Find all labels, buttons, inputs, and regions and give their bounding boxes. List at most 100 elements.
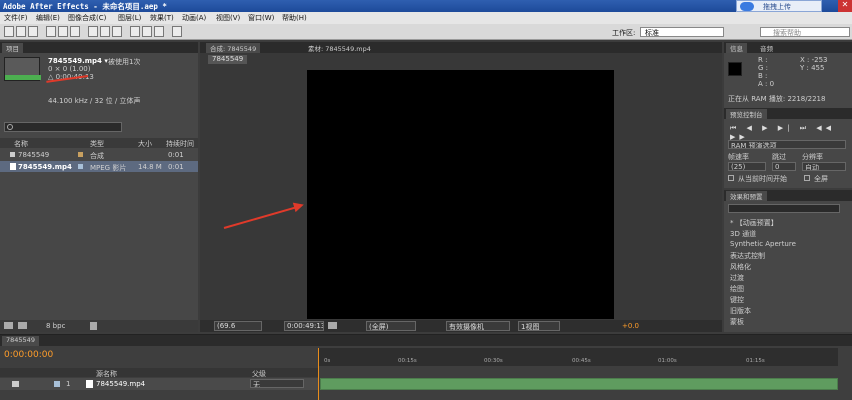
current-timecode[interactable]: 0:00:49:13 <box>284 321 324 331</box>
ram-status: 正在从 RAM 播放: 2218/2218 <box>728 95 826 103</box>
new-comp-icon[interactable] <box>18 322 27 329</box>
tab-project[interactable]: 项目 <box>2 43 23 53</box>
frame-rate-select[interactable]: (25) <box>728 162 766 171</box>
mask-tool-icon[interactable] <box>88 26 98 37</box>
menu-composition[interactable]: 图像合成(C) <box>68 13 106 23</box>
fx-item[interactable]: 风格化 <box>730 262 751 272</box>
menu-layer[interactable]: 图层(L) <box>118 13 141 23</box>
resolution-select[interactable]: (全屏) <box>366 321 416 331</box>
pen-tool-icon[interactable] <box>100 26 110 37</box>
zoom-tool-icon[interactable] <box>28 26 38 37</box>
brush-tool-icon[interactable] <box>130 26 140 37</box>
timeline-timecode[interactable]: 0:00:00:00 <box>4 350 53 360</box>
folder-icon[interactable] <box>4 322 13 329</box>
menu-file[interactable]: 文件(F) <box>4 13 28 23</box>
close-button[interactable]: ✕ <box>838 0 852 12</box>
timeline-tab-bar: 7845549 <box>0 335 852 346</box>
info-a: A : 0 <box>758 80 775 88</box>
col-type[interactable]: 类型 <box>90 139 104 149</box>
ram-options-select[interactable]: RAM 预演选项 <box>728 140 846 149</box>
selection-tool-icon[interactable] <box>4 26 14 37</box>
label-color-icon <box>78 164 83 169</box>
annotation-arrow <box>223 206 298 229</box>
menu-view[interactable]: 视图(V) <box>216 13 240 23</box>
fx-item[interactable]: 3D 通道 <box>730 229 756 239</box>
fx-item[interactable]: 蒙板 <box>730 317 744 327</box>
menu-effect[interactable]: 效果(T) <box>150 13 174 23</box>
views-select[interactable]: 1视图 <box>518 321 560 331</box>
transport-controls[interactable]: ⏮ ◀ ▶ ▶| ⏭ ◀◀ ▶▶ <box>730 124 852 141</box>
fullscreen-label: 全屏 <box>814 175 828 183</box>
fx-item[interactable]: 过渡 <box>730 273 744 283</box>
puppet-tool-icon[interactable] <box>172 26 182 37</box>
tab-info[interactable]: 信息 <box>726 43 747 53</box>
item-size: 0 × 0 (1.00) <box>48 65 91 73</box>
bit-depth[interactable]: 8 bpc <box>46 322 65 330</box>
col-name[interactable]: 名称 <box>14 139 28 149</box>
tab-preview[interactable]: 预览控制台 <box>726 109 767 119</box>
layer-name[interactable]: 7845549.mp4 <box>96 380 145 388</box>
zoom-select[interactable]: (69.6 <box>214 321 262 331</box>
pan-behind-tool-icon[interactable] <box>70 26 80 37</box>
audio-icon[interactable] <box>12 381 19 387</box>
fx-item[interactable]: * 【动画预置】 <box>730 218 778 228</box>
menu-animation[interactable]: 动画(A) <box>182 13 206 23</box>
preview-tab-bar: 预览控制台 <box>724 108 852 119</box>
time-ruler[interactable]: 0s 00:15s 00:30s 00:45s 01:00s 01:15s <box>318 348 838 366</box>
camera-snapshot-icon[interactable] <box>328 322 337 329</box>
menu-help[interactable]: 帮助(H) <box>282 13 307 23</box>
item-audio: 44.100 kHz / 32 位 / 立体声 <box>48 97 141 105</box>
ruler-tick: 01:15s <box>746 358 765 364</box>
fx-item[interactable]: 表达式控制 <box>730 251 765 261</box>
row-size: 14.8 M <box>138 163 162 171</box>
comp-canvas[interactable] <box>307 70 614 319</box>
hand-tool-icon[interactable] <box>16 26 26 37</box>
menu-edit[interactable]: 编辑(E) <box>36 13 60 23</box>
col-size[interactable]: 大小 <box>138 139 152 149</box>
skip-select[interactable]: 0 <box>772 162 796 171</box>
footage-thumbnail <box>4 57 41 81</box>
preview-panel: 预览控制台 ⏮ ◀ ▶ ▶| ⏭ ◀◀ ▶▶ RAM 预演选项 帧速率 跳过 分… <box>724 108 852 188</box>
layer-row[interactable]: 1 7845549.mp4 无 <box>0 378 318 390</box>
comp-breadcrumb[interactable]: 7845549 <box>208 55 248 64</box>
ruler-tick: 00:15s <box>398 358 417 364</box>
menu-window[interactable]: 窗口(W) <box>248 13 274 23</box>
label-color-icon <box>78 152 83 157</box>
tab-composition[interactable]: 合成: 7845549 <box>206 43 261 53</box>
workspace-select[interactable]: 标准 <box>640 27 724 37</box>
playhead[interactable] <box>318 348 319 400</box>
exposure-value[interactable]: +0.0 <box>622 322 639 330</box>
fullscreen-checkbox[interactable] <box>804 175 810 181</box>
table-row[interactable]: 7845549.mp4 MPEG 影片 14.8 M 0:01 <box>0 161 198 172</box>
tab-footage[interactable]: 素材: 7845549.mp4 <box>304 43 375 53</box>
trash-icon[interactable] <box>90 322 97 330</box>
fx-item[interactable]: 绘图 <box>730 284 744 294</box>
table-row[interactable]: 7845549 合成 0:01 <box>0 149 198 160</box>
search-help-input[interactable]: 搜索帮助 <box>760 27 850 37</box>
fx-item[interactable]: 键控 <box>730 295 744 305</box>
clone-tool-icon[interactable] <box>142 26 152 37</box>
upload-button[interactable]: 拖拽上传 <box>736 0 822 12</box>
project-search-input[interactable] <box>4 122 122 132</box>
tab-timeline-comp[interactable]: 7845549 <box>2 336 39 346</box>
resolution-select[interactable]: 自动 <box>802 162 846 171</box>
fx-item[interactable]: Synthetic Aperture <box>730 240 796 248</box>
camera-tool-icon[interactable] <box>58 26 68 37</box>
layer-duration-bar[interactable] <box>320 378 838 390</box>
text-tool-icon[interactable] <box>112 26 122 37</box>
label-color-icon[interactable] <box>54 381 60 387</box>
parent-select[interactable]: 无 <box>250 379 304 388</box>
tab-audio[interactable]: 音频 <box>756 43 777 53</box>
viewer-tab-bar: 合成: 7845549 素材: 7845549.mp4 <box>200 42 722 53</box>
project-footer: 8 bpc <box>0 320 198 332</box>
ruler-tick: 00:30s <box>484 358 503 364</box>
eraser-tool-icon[interactable] <box>154 26 164 37</box>
fx-item[interactable]: 旧版本 <box>730 306 751 316</box>
tab-effects[interactable]: 效果和预置 <box>726 191 767 201</box>
active-camera-select[interactable]: 有效摄像机 <box>446 321 510 331</box>
effects-search-input[interactable] <box>728 204 840 213</box>
rotate-tool-icon[interactable] <box>46 26 56 37</box>
from-current-checkbox[interactable] <box>728 175 734 181</box>
col-duration[interactable]: 持续时间 <box>166 139 194 149</box>
project-table-header: 名称 类型 大小 持续时间 <box>0 138 198 148</box>
